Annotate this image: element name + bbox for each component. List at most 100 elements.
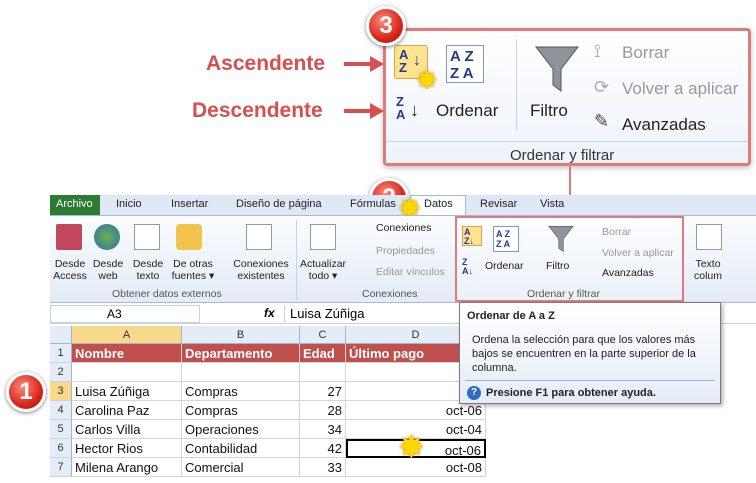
refresh-icon[interactable] [310, 224, 336, 250]
ascendente-label: Ascendente [206, 52, 326, 75]
borrar-button[interactable]: Borrar [602, 226, 631, 238]
conexiones-button[interactable]: Conexiones [376, 222, 431, 234]
cell[interactable]: 34 [300, 420, 346, 439]
sort-dialog-icon[interactable]: A Z Z A [446, 45, 484, 83]
cell[interactable]: Departamento [182, 344, 300, 363]
cell[interactable] [300, 363, 346, 382]
actualizar-todo-button[interactable]: Actualizar todo ▾ [296, 258, 350, 282]
row-header[interactable]: 3 [50, 382, 72, 401]
connections-icon[interactable] [246, 224, 272, 250]
cell[interactable]: Milena Arango [72, 458, 182, 477]
zoom-group-label: Ordenar y filtrar [510, 147, 615, 164]
sort-desc-small-button[interactable]: Z A↓ [462, 258, 473, 276]
propiedades-button[interactable]: Propiedades [376, 245, 435, 257]
row-header[interactable]: 4 [50, 401, 72, 420]
help-icon: ? [467, 386, 481, 400]
sort-filter-zoom-callout: AZ ↓ ✸ A Z Z A ZA ↓ Ordenar Filtro ⟟ Bor… [383, 28, 751, 166]
web-icon[interactable] [94, 224, 120, 250]
access-icon[interactable] [56, 224, 82, 250]
row-header[interactable]: 6 [50, 439, 72, 458]
cursor-spark-icon-3: ✸ [398, 429, 425, 465]
tab-diseno[interactable]: Diseño de página [236, 198, 322, 210]
advanced-filter-icon: ✎ [594, 111, 610, 131]
filter-small-icon[interactable] [547, 224, 575, 254]
group-conexiones-label: Conexiones [362, 288, 418, 300]
column-header-b[interactable]: B [182, 326, 300, 344]
zoom-ordenar-label[interactable]: Ordenar [436, 101, 498, 121]
cell[interactable] [72, 363, 182, 382]
cell[interactable]: Carolina Paz [72, 401, 182, 420]
tab-datos-label[interactable]: Datos [424, 198, 453, 210]
sort-descending-button[interactable]: ZA ↓ [396, 95, 424, 125]
sort-filter-group: A Z↓ A ZZ A Z A↓ Ordenar Filtro Borrar Vol… [455, 216, 684, 302]
column-header-a[interactable]: A [72, 326, 182, 344]
desde-web-button[interactable]: Desde web [90, 258, 126, 282]
group-ordenar-label: Ordenar y filtrar [527, 288, 600, 300]
cell[interactable]: Compras [182, 401, 300, 420]
sort-az-icon: AZ [399, 47, 409, 75]
tab-insertar[interactable]: Insertar [171, 198, 208, 210]
sort-asc-small-button[interactable]: A Z↓ [462, 226, 482, 246]
data-ribbon: Desde Access Desde web Desde texto De otras… [50, 215, 756, 303]
cell[interactable]: 28 [300, 401, 346, 420]
filtro-button[interactable]: Filtro [546, 260, 569, 272]
text-to-columns-icon[interactable] [696, 224, 722, 250]
tooltip-title: Ordenar de A a Z [467, 310, 555, 322]
clear-filter-icon: ⟟ [594, 41, 601, 61]
cell[interactable]: 33 [300, 458, 346, 477]
tab-inicio[interactable]: Inicio [116, 198, 142, 210]
tooltip-help: Presione F1 para obtener ayuda. [486, 387, 656, 399]
reapply-icon: ⟳ [594, 77, 610, 97]
conexiones-existentes-button[interactable]: Conexiones existentes [230, 258, 292, 282]
sort-tooltip: Ordenar de A a Z Ordena la selección par… [459, 302, 721, 404]
cell[interactable]: Compras [182, 382, 300, 401]
sort-za-icon: ZA [396, 94, 406, 122]
tab-vista[interactable]: Vista [540, 198, 564, 210]
filter-funnel-icon[interactable] [534, 43, 580, 95]
step-badge-3: 3 [366, 6, 406, 46]
avanzadas-button[interactable]: Avanzadas [602, 267, 654, 279]
ordenar-button[interactable]: Ordenar [485, 260, 524, 272]
step-badge-1: 1 [6, 372, 46, 412]
tab-formulas[interactable]: Fórmulas [350, 198, 396, 210]
zoom-avanzadas-label[interactable]: Avanzadas [622, 115, 706, 135]
zoom-filtro-label[interactable]: Filtro [530, 101, 568, 121]
cell[interactable]: Edad [300, 344, 346, 363]
cell[interactable]: 42 [300, 439, 346, 458]
cell[interactable]: Operaciones [182, 420, 300, 439]
descendente-arrow [344, 103, 384, 119]
tab-archivo-label[interactable]: Archivo [56, 198, 93, 210]
desde-texto-button[interactable]: Desde texto [130, 258, 166, 282]
sort-dialog-small-icon[interactable]: A ZZ A [493, 226, 519, 252]
tab-revisar[interactable]: Revisar [480, 198, 517, 210]
desde-access-button[interactable]: Desde Access [52, 258, 88, 282]
row-header[interactable]: 5 [50, 420, 72, 439]
descendente-label: Descendente [192, 99, 323, 122]
ascendente-arrow [344, 56, 384, 72]
cursor-spark-icon: ✸ [416, 65, 438, 95]
tooltip-body: Ordena la selección para que los valores… [472, 334, 696, 374]
name-box[interactable]: A3 [50, 305, 200, 323]
cell[interactable]: Hector Rios [72, 439, 182, 458]
row-header[interactable]: 1 [50, 344, 72, 363]
row-header[interactable]: 7 [50, 458, 72, 477]
cell[interactable]: 27 [300, 382, 346, 401]
cell[interactable]: Luisa Zúñiga [72, 382, 182, 401]
cell[interactable] [182, 363, 300, 382]
cell[interactable]: Carlos Villa [72, 420, 182, 439]
row-header[interactable]: 2 [50, 363, 72, 382]
group-externos-label: Obtener datos externos [112, 288, 222, 300]
database-icon[interactable] [176, 224, 202, 250]
editar-vinculos-button[interactable]: Editar vínculos [376, 266, 445, 278]
volver-aplicar-button[interactable]: Volver a aplicar [602, 247, 674, 259]
zoom-volver-label[interactable]: Volver a aplicar [622, 79, 738, 99]
otras-fuentes-button[interactable]: De otras fuentes ▾ [170, 258, 216, 282]
fx-icon[interactable]: fx [264, 306, 275, 320]
cell[interactable]: Contabilidad [182, 439, 300, 458]
cell[interactable]: Nombre [72, 344, 182, 363]
cell[interactable]: Comercial [182, 458, 300, 477]
text-file-icon[interactable] [134, 224, 160, 250]
column-header-c[interactable]: C [300, 326, 346, 344]
zoom-borrar-label[interactable]: Borrar [622, 43, 669, 63]
texto-columnas-button[interactable]: Texto colum [688, 258, 728, 282]
